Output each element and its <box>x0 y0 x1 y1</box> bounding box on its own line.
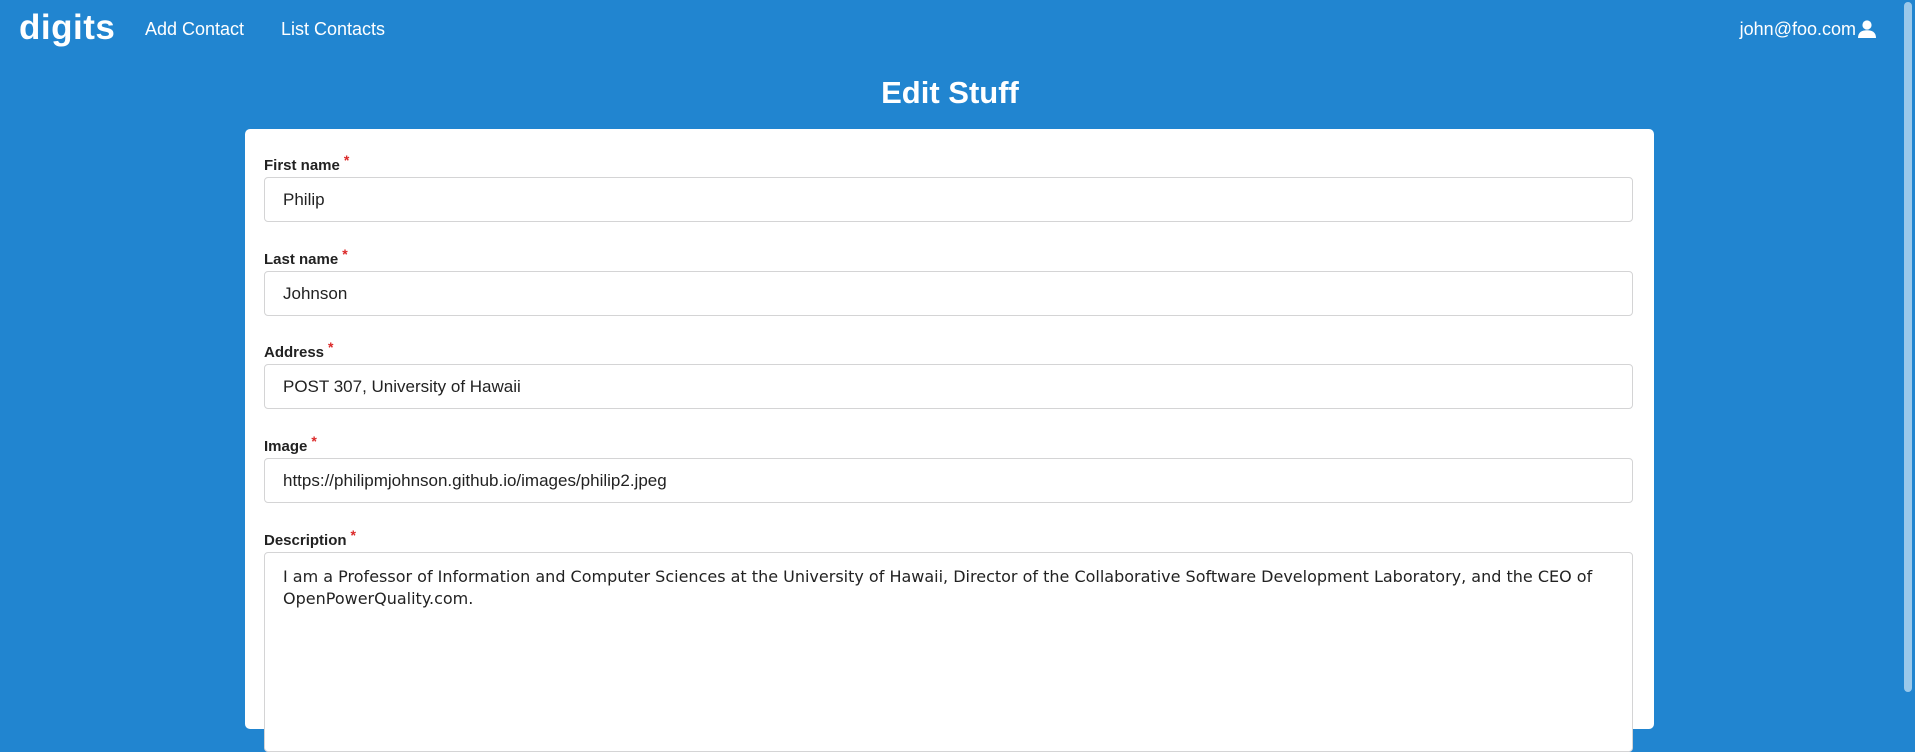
address-input[interactable] <box>264 364 1633 409</box>
top-navbar: digits Add Contact List Contacts john@fo… <box>0 0 1915 58</box>
last-name-label: Last name * <box>264 245 348 269</box>
address-label: Address * <box>264 338 333 362</box>
user-email: john@foo.com <box>1739 19 1856 39</box>
edit-form-card: First name* Last name* Address* Image* D… <box>245 129 1654 752</box>
first-name-label-text: First name <box>264 157 340 174</box>
required-marker: * <box>343 152 350 168</box>
image-label-text: Image <box>264 438 308 455</box>
description-label: Description * <box>264 526 356 550</box>
required-marker: * <box>350 527 356 543</box>
nav-add-contact[interactable]: Add Contact <box>145 18 244 40</box>
vertical-scrollbar[interactable] <box>1898 0 1915 695</box>
last-name-label-text: Last name <box>264 251 339 268</box>
address-label-text: Address <box>264 344 325 361</box>
first-name-label: First name * <box>264 151 349 175</box>
image-label: Image * <box>264 432 317 456</box>
required-marker: * <box>342 246 348 262</box>
user-icon <box>1857 19 1877 39</box>
user-menu[interactable]: john@foo.com <box>1740 18 1877 40</box>
required-marker: * <box>328 339 334 355</box>
image-url-input[interactable] <box>264 458 1633 503</box>
description-label-text: Description <box>264 532 347 549</box>
description-textarea[interactable]: I am a Professor of Information and Comp… <box>264 552 1633 752</box>
required-marker: * <box>311 433 317 449</box>
nav-list-contacts[interactable]: List Contacts <box>281 18 385 40</box>
scrollbar-thumb[interactable] <box>1904 2 1912 692</box>
page-title: Edit Stuff <box>881 75 1019 110</box>
first-name-input[interactable] <box>264 177 1633 222</box>
brand-logo[interactable]: digits <box>19 6 115 50</box>
last-name-input[interactable] <box>264 271 1633 316</box>
